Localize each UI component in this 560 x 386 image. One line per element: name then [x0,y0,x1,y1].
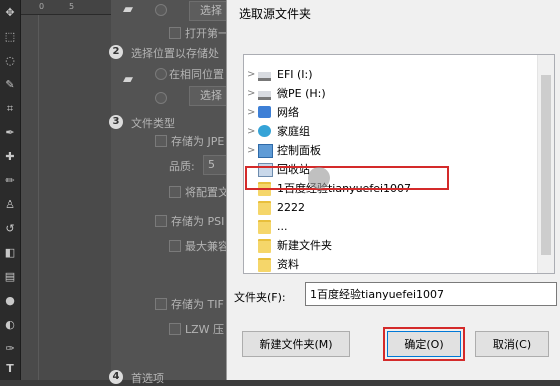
canvas-area [21,15,111,380]
radio-open-images[interactable] [155,4,167,16]
folder-icon [258,220,271,234]
preferences-title: 首选项 [131,372,164,385]
radio-same-location[interactable] [155,68,167,80]
step2-title: 选择位置以存储处 [131,47,219,60]
expand-arrow-icon[interactable]: > [247,84,255,103]
gradient-tool-icon[interactable]: ▤ [2,270,18,284]
tree-item-materials[interactable]: 资料 [244,255,554,273]
save-jpeg-label: 存储为 JPE [171,135,225,148]
folder-icon [258,239,271,253]
folder-label: 文件夹(F): [234,291,286,304]
eraser-tool-icon[interactable]: ◧ [2,246,18,260]
folder-open-icon: ▰ [123,2,133,17]
tree-item-network[interactable]: > 网络 [244,103,554,122]
radio-select-folder[interactable] [155,92,167,104]
tree-item-label: 控制面板 [277,144,321,157]
tree-item-homegroup[interactable]: > 家庭组 [244,122,554,141]
marquee-tool-icon[interactable]: ⬚ [2,30,18,44]
ruler-tick: 5 [69,2,75,11]
expand-arrow-icon[interactable]: > [247,141,255,160]
step-number: 3 [109,115,123,129]
ruler-tick: 0 [39,2,45,11]
expand-arrow-icon[interactable]: > [247,65,255,84]
control-panel-icon [258,144,273,158]
folder-save-icon: ▰ [123,72,133,87]
type-tool-icon[interactable]: T [2,362,18,376]
stamp-tool-icon[interactable]: ♙ [2,198,18,212]
scrollbar-thumb[interactable] [541,75,551,255]
move-tool-icon[interactable]: ✥ [2,6,18,20]
open-first-checkbox[interactable] [169,27,181,39]
save-psd-checkbox[interactable] [155,215,167,227]
tree-item-label: EFI (I:) [277,68,313,81]
tree-item-label: 网络 [277,106,299,119]
cancel-button[interactable]: 取消(C) [475,331,549,357]
step-number: 4 [109,370,123,384]
tree-item-control-panel[interactable]: > 控制面板 [244,141,554,160]
healing-tool-icon[interactable]: ✚ [2,150,18,164]
open-first-label: 打开第一 [185,27,229,40]
save-jpeg-checkbox[interactable] [155,135,167,147]
tree-item-label: ... [277,220,288,233]
tree-scrollbar[interactable] [537,55,554,273]
crop-tool-icon[interactable]: ⌗ [2,102,18,116]
lzw-label: LZW 压 [185,323,225,336]
ruler: 0 5 [21,0,111,15]
cursor-indicator [308,167,330,189]
dodge-tool-icon[interactable]: ◐ [2,318,18,332]
tree-item-2222[interactable]: 2222 [244,198,554,217]
folder-path-input[interactable] [305,282,557,306]
history-brush-tool-icon[interactable]: ↺ [2,222,18,236]
blur-tool-icon[interactable]: ● [2,294,18,308]
drive-icon [258,72,271,81]
max-compat-label: 最大兼容 [185,240,229,253]
tree-item-new-folder[interactable]: 新建文件夹 [244,236,554,255]
tree-item-wepe[interactable]: > 微PE (H:) [244,84,554,103]
tree-item-label: 新建文件夹 [277,239,332,252]
quick-select-tool-icon[interactable]: ✎ [2,78,18,92]
tree-item-label: 家庭组 [277,125,310,138]
tree-item-efi[interactable]: > EFI (I:) [244,65,554,84]
lasso-tool-icon[interactable]: ◌ [2,54,18,68]
tree-item-dots[interactable]: ... [244,217,554,236]
convert-profile-label: 将配置文 [185,186,229,199]
brush-tool-icon[interactable]: ✏ [2,174,18,188]
tree-item-label: 微PE (H:) [277,87,326,100]
step3-title: 文件类型 [131,117,175,130]
expand-arrow-icon[interactable]: > [247,103,255,122]
tree-item-label: 2222 [277,201,305,214]
folder-icon [258,258,271,272]
folder-icon [258,201,271,215]
expand-arrow-icon[interactable]: > [247,122,255,141]
homegroup-icon [258,125,271,137]
network-icon [258,106,271,118]
selection-highlight-box [245,166,449,190]
step-number: 2 [109,45,123,59]
lzw-checkbox[interactable] [169,323,181,335]
pen-tool-icon[interactable]: ✑ [2,342,18,356]
max-compat-checkbox[interactable] [169,240,181,252]
save-tiff-checkbox[interactable] [155,298,167,310]
photoshop-toolbar: ✥ ⬚ ◌ ✎ ⌗ ✒ ✚ ✏ ♙ ↺ ◧ ▤ ● ◐ ✑ T [0,0,21,380]
convert-profile-checkbox[interactable] [169,186,181,198]
image-processor-dialog: ▰ 选择 打开第一 2 选择位置以存储处 ▰ 在相同位置 选择 3 文件类型 存… [109,0,251,385]
browse-folder-dialog: 选取源文件夹 > EFI (I:) > 微PE (H:) > 网络 > 家庭组 … [226,0,560,380]
new-folder-button[interactable]: 新建文件夹(M) [242,331,350,357]
ok-button[interactable]: 确定(O) [387,331,461,357]
dialog-title: 选取源文件夹 [239,7,312,21]
folder-tree[interactable]: > EFI (I:) > 微PE (H:) > 网络 > 家庭组 > 控制面板 … [243,54,555,274]
eyedropper-tool-icon[interactable]: ✒ [2,126,18,140]
quality-label: 品质: [169,160,195,173]
same-location-label: 在相同位置 [169,68,224,81]
guide-line [38,15,39,380]
tree-item-label: 资料 [277,258,299,271]
drive-icon [258,91,271,100]
save-tiff-label: 存储为 TIF [171,298,224,311]
save-psd-label: 存储为 PSI [171,215,225,228]
